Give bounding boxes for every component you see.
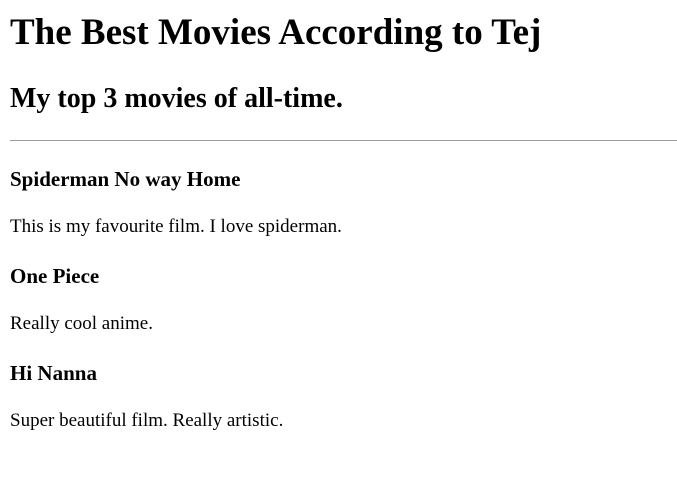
- movie-description: Super beautiful film. Really artistic.: [10, 410, 284, 431]
- movie-item: One Piece Really cool anime.: [10, 263, 670, 360]
- page-title: The Best Movies According to Tej: [10, 12, 542, 53]
- movie-list: Spiderman No way Home This is my favouri…: [10, 166, 670, 457]
- movie-item: Hi Nanna Super beautiful film. Really ar…: [10, 360, 670, 457]
- movie-title: Hi Nanna: [10, 361, 97, 385]
- movie-title: Spiderman No way Home: [10, 167, 241, 191]
- movie-description: This is my favourite film. I love spider…: [10, 216, 342, 237]
- page-subtitle: My top 3 movies of all-time.: [10, 83, 343, 114]
- page-content: The Best Movies According to Tej My top …: [0, 0, 677, 431]
- section-divider: [10, 140, 677, 141]
- movie-description: Really cool anime.: [10, 313, 153, 334]
- movie-item: Spiderman No way Home This is my favouri…: [10, 166, 670, 263]
- movie-title: One Piece: [10, 264, 100, 288]
